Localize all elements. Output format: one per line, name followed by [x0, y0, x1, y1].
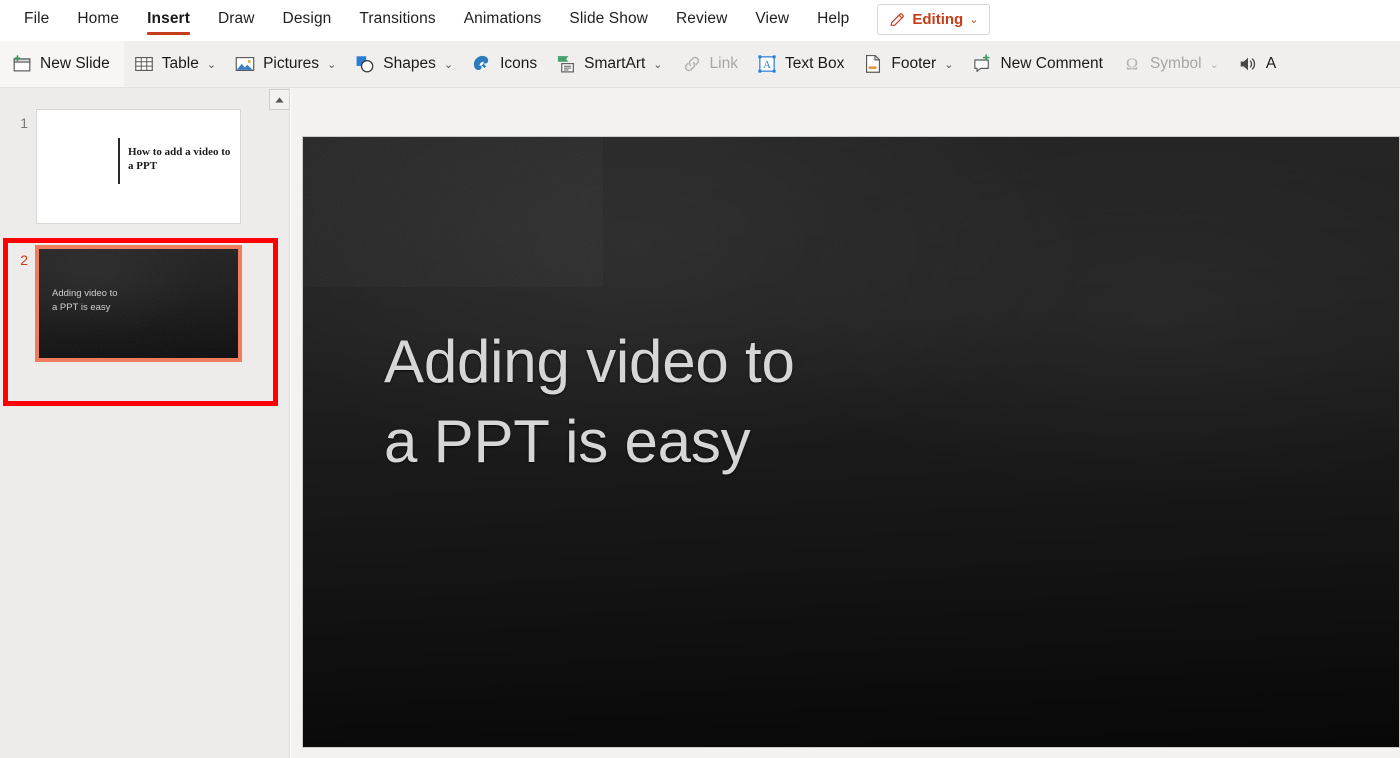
chevron-down-icon: ⌄ [944, 58, 953, 71]
menu-tab-review[interactable]: Review [662, 0, 741, 41]
chevron-down-icon: ⌄ [653, 58, 662, 71]
menu-tab-slide-show[interactable]: Slide Show [555, 0, 662, 41]
chevron-up-icon [274, 91, 285, 109]
audio-button[interactable]: A [1228, 41, 1285, 88]
text-box-label: Text Box [785, 55, 844, 73]
pictures-label: Pictures [263, 55, 319, 73]
link-button: Link [672, 41, 747, 88]
chevron-down-icon: ⌄ [207, 58, 216, 71]
menu-tab-design[interactable]: Design [269, 0, 346, 41]
new-comment-icon [971, 53, 993, 75]
thumbnail-frame-2: Adding video to a PPT is easy [36, 246, 241, 361]
thumbnail-item-1[interactable]: 1 How to add a video to a PPT [0, 109, 290, 224]
new-comment-button[interactable]: New Comment [962, 41, 1112, 88]
slide-editor-stage: Adding video to a PPT is easy [291, 88, 1400, 758]
chevron-down-icon: ⌄ [1210, 58, 1219, 71]
powerpoint-web-app: File Home Insert Draw Design Transitions… [0, 0, 1400, 758]
menu-tab-transitions[interactable]: Transitions [345, 0, 449, 41]
shapes-label: Shapes [383, 55, 436, 73]
pictures-icon [234, 53, 256, 75]
slide-title-placeholder[interactable]: Adding video to a PPT is easy [384, 322, 1004, 482]
slide-thumbnail-panel: 1 How to add a video to a PPT 2 [0, 88, 290, 758]
link-icon [681, 53, 703, 75]
editing-label: Editing [912, 11, 963, 28]
thumbnail-item-2[interactable]: 2 Adding video to a PPT is easy [0, 246, 290, 361]
symbol-icon: Ω [1121, 53, 1143, 75]
table-icon [133, 53, 155, 75]
menu-tab-animations[interactable]: Animations [450, 0, 556, 41]
thumbnail-title-2-line2: a PPT is easy [52, 301, 118, 315]
menu-bar: File Home Insert Draw Design Transitions… [0, 0, 1400, 41]
icons-label: Icons [500, 55, 537, 73]
text-box-icon: A [756, 53, 778, 75]
pencil-icon [889, 11, 906, 28]
link-label: Link [710, 55, 738, 73]
thumbnail-frame-1: How to add a video to a PPT [36, 109, 241, 224]
icons-button[interactable]: Icons [462, 41, 546, 88]
smartart-icon [555, 53, 577, 75]
symbol-button: Ω Symbol ⌄ [1112, 41, 1228, 88]
chevron-down-icon: ⌄ [327, 58, 336, 71]
slide-number-2: 2 [0, 246, 36, 361]
slide-thumbnail-2[interactable]: Adding video to a PPT is easy [36, 246, 241, 361]
new-comment-label: New Comment [1000, 55, 1103, 73]
icons-icon [471, 53, 493, 75]
shapes-button[interactable]: Shapes ⌄ [345, 41, 462, 88]
smartart-button[interactable]: SmartArt ⌄ [546, 41, 671, 88]
footer-button[interactable]: Footer ⌄ [853, 41, 962, 88]
ribbon-toolbar: New Slide Table ⌄ Pictures ⌄ [0, 41, 1400, 88]
menu-tab-file[interactable]: File [10, 0, 63, 41]
shapes-icon [354, 53, 376, 75]
footer-label: Footer [891, 55, 936, 73]
slide-title-line1: Adding video to [384, 322, 1004, 402]
smartart-label: SmartArt [584, 55, 645, 73]
symbol-label: Symbol [1150, 55, 1202, 73]
thumbnail-title-1: How to add a video to a PPT [128, 146, 238, 174]
new-slide-icon [11, 53, 33, 75]
chevron-down-icon: ⌄ [969, 13, 978, 26]
title-rule-decoration [118, 138, 120, 184]
thumbnail-title-2: Adding video to a PPT is easy [52, 287, 118, 315]
text-box-button[interactable]: A Text Box [747, 41, 853, 88]
thumbnail-title-2-line1: Adding video to [52, 287, 118, 301]
menu-tab-draw[interactable]: Draw [204, 0, 269, 41]
thumbnail-title-1-line1: How to add a video [128, 146, 218, 158]
current-slide-canvas[interactable]: Adding video to a PPT is easy [302, 136, 1400, 748]
chevron-down-icon: ⌄ [444, 58, 453, 71]
slide-title-line2: a PPT is easy [384, 402, 1004, 482]
new-slide-label: New Slide [40, 55, 110, 73]
slide-number-1: 1 [0, 109, 36, 224]
svg-text:A: A [763, 60, 771, 71]
table-label: Table [162, 55, 199, 73]
new-slide-button[interactable]: New Slide [0, 41, 124, 88]
slide-thumbnail-1[interactable]: How to add a video to a PPT [36, 109, 241, 224]
menu-tab-view[interactable]: View [741, 0, 803, 41]
menu-tab-help[interactable]: Help [803, 0, 863, 41]
pictures-button[interactable]: Pictures ⌄ [225, 41, 345, 88]
slide-background-texture [303, 137, 603, 287]
footer-icon [862, 53, 884, 75]
editing-mode-button[interactable]: Editing ⌄ [877, 4, 990, 35]
menu-tab-home[interactable]: Home [63, 0, 133, 41]
collapse-panel-button[interactable] [269, 89, 290, 110]
audio-icon [1237, 53, 1259, 75]
table-button[interactable]: Table ⌄ [124, 41, 225, 88]
svg-text:Ω: Ω [1126, 55, 1138, 74]
audio-label: A [1266, 55, 1276, 73]
menu-tab-insert[interactable]: Insert [133, 0, 204, 41]
